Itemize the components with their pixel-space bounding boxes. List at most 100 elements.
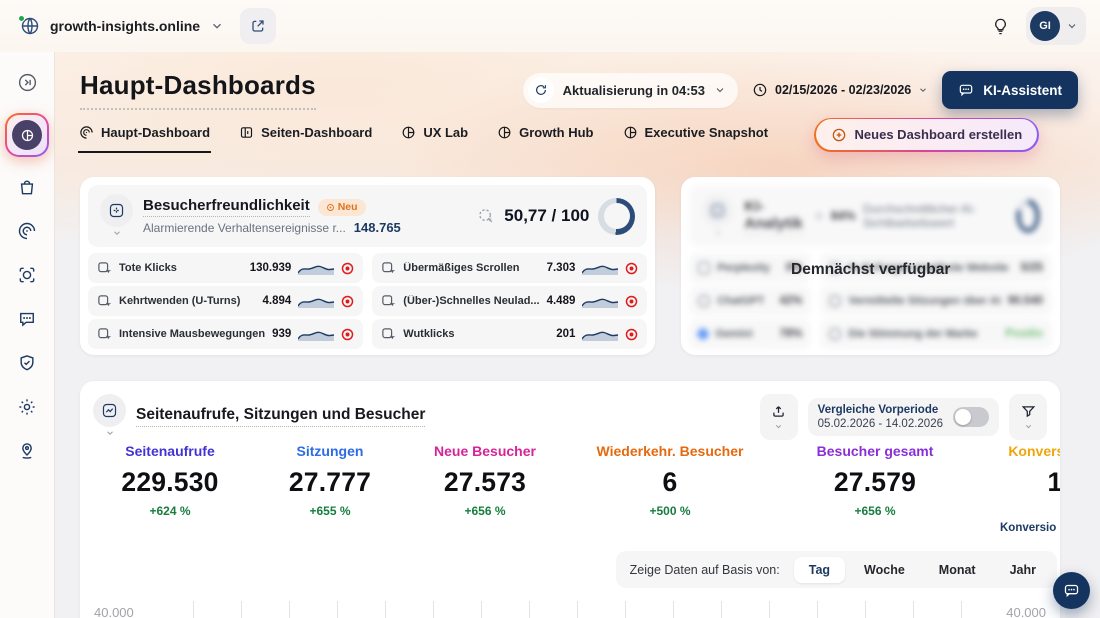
- compare-toggle[interactable]: [953, 407, 989, 427]
- chart-axis-strip: 40.000 40.000: [94, 595, 1046, 618]
- stat-besucher-gesamt[interactable]: Besucher gesamt 27.579 +656 %: [770, 443, 980, 518]
- metric-row-tote-klicks[interactable]: Tote Klicks 130.939: [88, 253, 363, 283]
- compare-range: 05.02.2026 - 14.02.2026: [818, 418, 943, 430]
- open-site-button[interactable]: [240, 8, 276, 44]
- stat-value: 6: [570, 467, 770, 498]
- filter-button[interactable]: [1009, 394, 1047, 440]
- click-event-icon: [381, 261, 396, 276]
- metric-row-wutklicks[interactable]: Wutklicks 201: [372, 319, 647, 349]
- session-recordings-icon[interactable]: [17, 265, 37, 285]
- record-indicator-icon: [341, 262, 354, 275]
- ai-score-value: 84%: [831, 209, 856, 223]
- stat-sitzungen[interactable]: Sitzungen 27.777 +655 %: [260, 443, 400, 518]
- visitor-friendliness-card: Besucherfreundlichkeit Neu Alarmierende …: [80, 177, 655, 355]
- traffic-stats-row: Seitenaufrufe 229.530 +624 % Sitzungen 2…: [80, 443, 1060, 518]
- create-dashboard-inner: Neues Dashboard erstellen: [816, 119, 1038, 150]
- compare-label: Vergleiche Vorperiode: [818, 404, 943, 416]
- ai-assistant-label: KI-Assistent: [983, 83, 1062, 98]
- refresh-countdown[interactable]: Aktualisierung in 04:53: [523, 73, 738, 108]
- visibility-gauge-icon: [814, 209, 824, 223]
- sidebar-toggle-icon[interactable]: [17, 72, 38, 93]
- user-journeys-icon[interactable]: [17, 441, 37, 461]
- sparkline: [582, 262, 618, 275]
- toggle-knob: [955, 409, 971, 425]
- date-range-picker[interactable]: 02/15/2026 - 02/23/2026: [752, 82, 928, 98]
- record-indicator-icon: [625, 262, 638, 275]
- stat-value: 27.579: [770, 467, 980, 498]
- metric-value: 4.894: [263, 295, 292, 307]
- metric-row-intensive-mausbewegungen[interactable]: Intensive Mausbewegungen 939: [88, 319, 363, 349]
- metric-row-schnelles-neuladen[interactable]: (Über-)Schnelles Neulad... 4.489: [372, 286, 647, 316]
- metric-value: 939: [272, 328, 291, 340]
- page-title: Haupt-Dashboards: [80, 70, 316, 110]
- ai-metric-label: Vermittelte Sitzungen über AI: [848, 295, 1000, 307]
- stat-wiederkehrende-besucher[interactable]: Wiederkehr. Besucher 6 +500 %: [570, 443, 770, 518]
- tab-ux-lab[interactable]: UX Lab: [400, 116, 469, 153]
- metric-row-kehrtwenden[interactable]: Kehrtwenden (U-Turns) 4.894: [88, 286, 363, 316]
- stat-konversionen[interactable]: Konversionen 1: [980, 443, 1060, 518]
- click-event-icon: [381, 294, 396, 309]
- create-dashboard-button[interactable]: Neues Dashboard erstellen: [814, 118, 1039, 152]
- tab-label: Growth Hub: [519, 125, 593, 140]
- orders-bag-icon[interactable]: [17, 177, 37, 197]
- stat-neue-besucher[interactable]: Neue Besucher 27.573 +656 %: [400, 443, 570, 518]
- sidebar-item-dashboards[interactable]: [5, 113, 49, 157]
- metric-row-uebermaessiges-scrollen[interactable]: Übermäßiges Scrollen 7.303: [372, 253, 647, 283]
- ai-card-title: KI-Analytik: [744, 198, 803, 235]
- export-button[interactable]: [760, 394, 798, 440]
- sparkline: [298, 295, 334, 308]
- friendliness-subtitle: Alarmierende Verhaltensereignisse r...: [143, 221, 346, 235]
- tab-seiten-dashboard[interactable]: Seiten-Dashboard: [238, 116, 373, 153]
- stat-label: Sitzungen: [260, 443, 400, 459]
- dashboard-tabs: Haupt-Dashboard Seiten-Dashboard UX Lab …: [78, 116, 1078, 153]
- site-switcher[interactable]: growth-insights.online: [20, 16, 224, 36]
- ai-metric-value: 42%: [779, 295, 802, 307]
- tab-executive-snapshot[interactable]: Executive Snapshot: [622, 116, 770, 153]
- granularity-monat[interactable]: Monat: [924, 557, 991, 583]
- granularity-tag[interactable]: Tag: [794, 557, 845, 583]
- sparkline: [298, 328, 334, 341]
- stat-value: 27.777: [260, 467, 400, 498]
- traffic-card-title: Seitenaufrufe, Sitzungen und Besucher: [136, 406, 425, 427]
- ai-metric-label: Die Stimmung der Marke: [848, 328, 977, 340]
- chevron-down-icon: [1024, 422, 1033, 431]
- filter-funnel-icon: [1020, 403, 1037, 420]
- security-shield-icon[interactable]: [17, 353, 37, 373]
- chat-bubble-icon: [1063, 582, 1080, 599]
- granularity-woche[interactable]: Woche: [849, 557, 920, 583]
- y-axis-label-left: 40.000: [94, 605, 134, 618]
- tab-growth-hub[interactable]: Growth Hub: [496, 116, 594, 153]
- chat-feedback-icon[interactable]: [17, 309, 37, 329]
- line-chart-icon: [93, 394, 126, 427]
- export-icon: [770, 403, 787, 420]
- history-icon[interactable]: [17, 221, 37, 241]
- tab-haupt-dashboard[interactable]: Haupt-Dashboard: [78, 116, 211, 153]
- gemini-logo-icon: [696, 327, 710, 341]
- chart-gridlines: [146, 601, 994, 618]
- ai-assistant-button[interactable]: KI-Assistent: [942, 71, 1078, 109]
- granularity-jahr[interactable]: Jahr: [995, 557, 1051, 583]
- settings-gear-icon[interactable]: [17, 397, 37, 417]
- traffic-card: Seitenaufrufe, Sitzungen und Besucher Ve: [80, 381, 1060, 618]
- clock-icon: [752, 82, 768, 98]
- ai-score-ring: [1016, 199, 1040, 233]
- chevron-down-icon[interactable]: [112, 228, 122, 238]
- chevron-down-icon[interactable]: [105, 428, 115, 438]
- stat-value: 1: [980, 467, 1060, 498]
- stat-delta: +655 %: [260, 504, 400, 518]
- account-menu[interactable]: GI: [1026, 7, 1086, 45]
- site-name: growth-insights.online: [50, 18, 200, 34]
- ai-metric-value: 90.540: [1008, 295, 1043, 307]
- ai-row-referred-sessions: Vermittelte Sitzungen über AI 90.540: [820, 286, 1052, 316]
- stat-seitenaufrufe[interactable]: Seitenaufrufe 229.530 +624 %: [80, 443, 260, 518]
- external-link-icon: [250, 18, 266, 34]
- stat-label: Konversionen: [980, 443, 1060, 459]
- chevron-down-icon: [918, 85, 928, 95]
- topbar: growth-insights.online GI: [0, 0, 1100, 52]
- ideas-lightbulb-icon[interactable]: [991, 17, 1010, 36]
- ai-metric-label: Gemini: [715, 328, 752, 340]
- stat-value: 229.530: [80, 467, 260, 498]
- chat-fab-button[interactable]: [1053, 572, 1090, 609]
- pie-circle-icon: [497, 125, 512, 140]
- metric-label: Kehrtwenden (U-Turns): [119, 295, 240, 307]
